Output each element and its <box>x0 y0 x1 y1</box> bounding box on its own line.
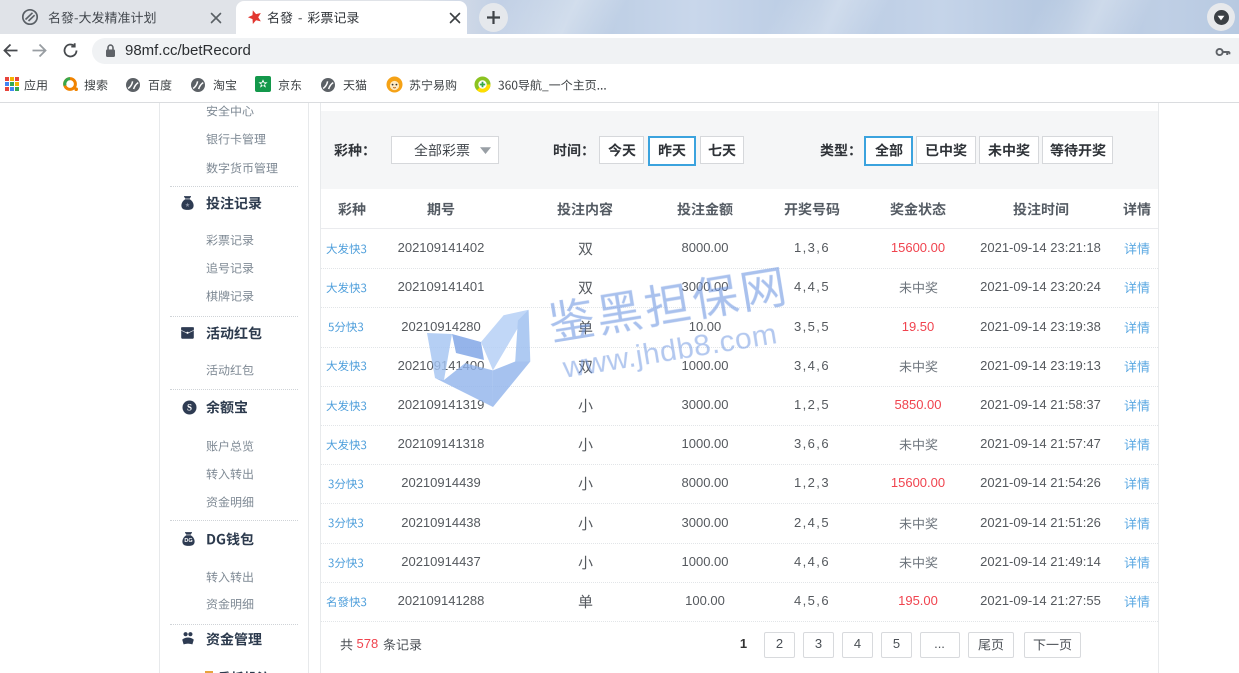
svg-text:S: S <box>186 403 191 413</box>
svg-text:DG: DG <box>184 538 192 544</box>
